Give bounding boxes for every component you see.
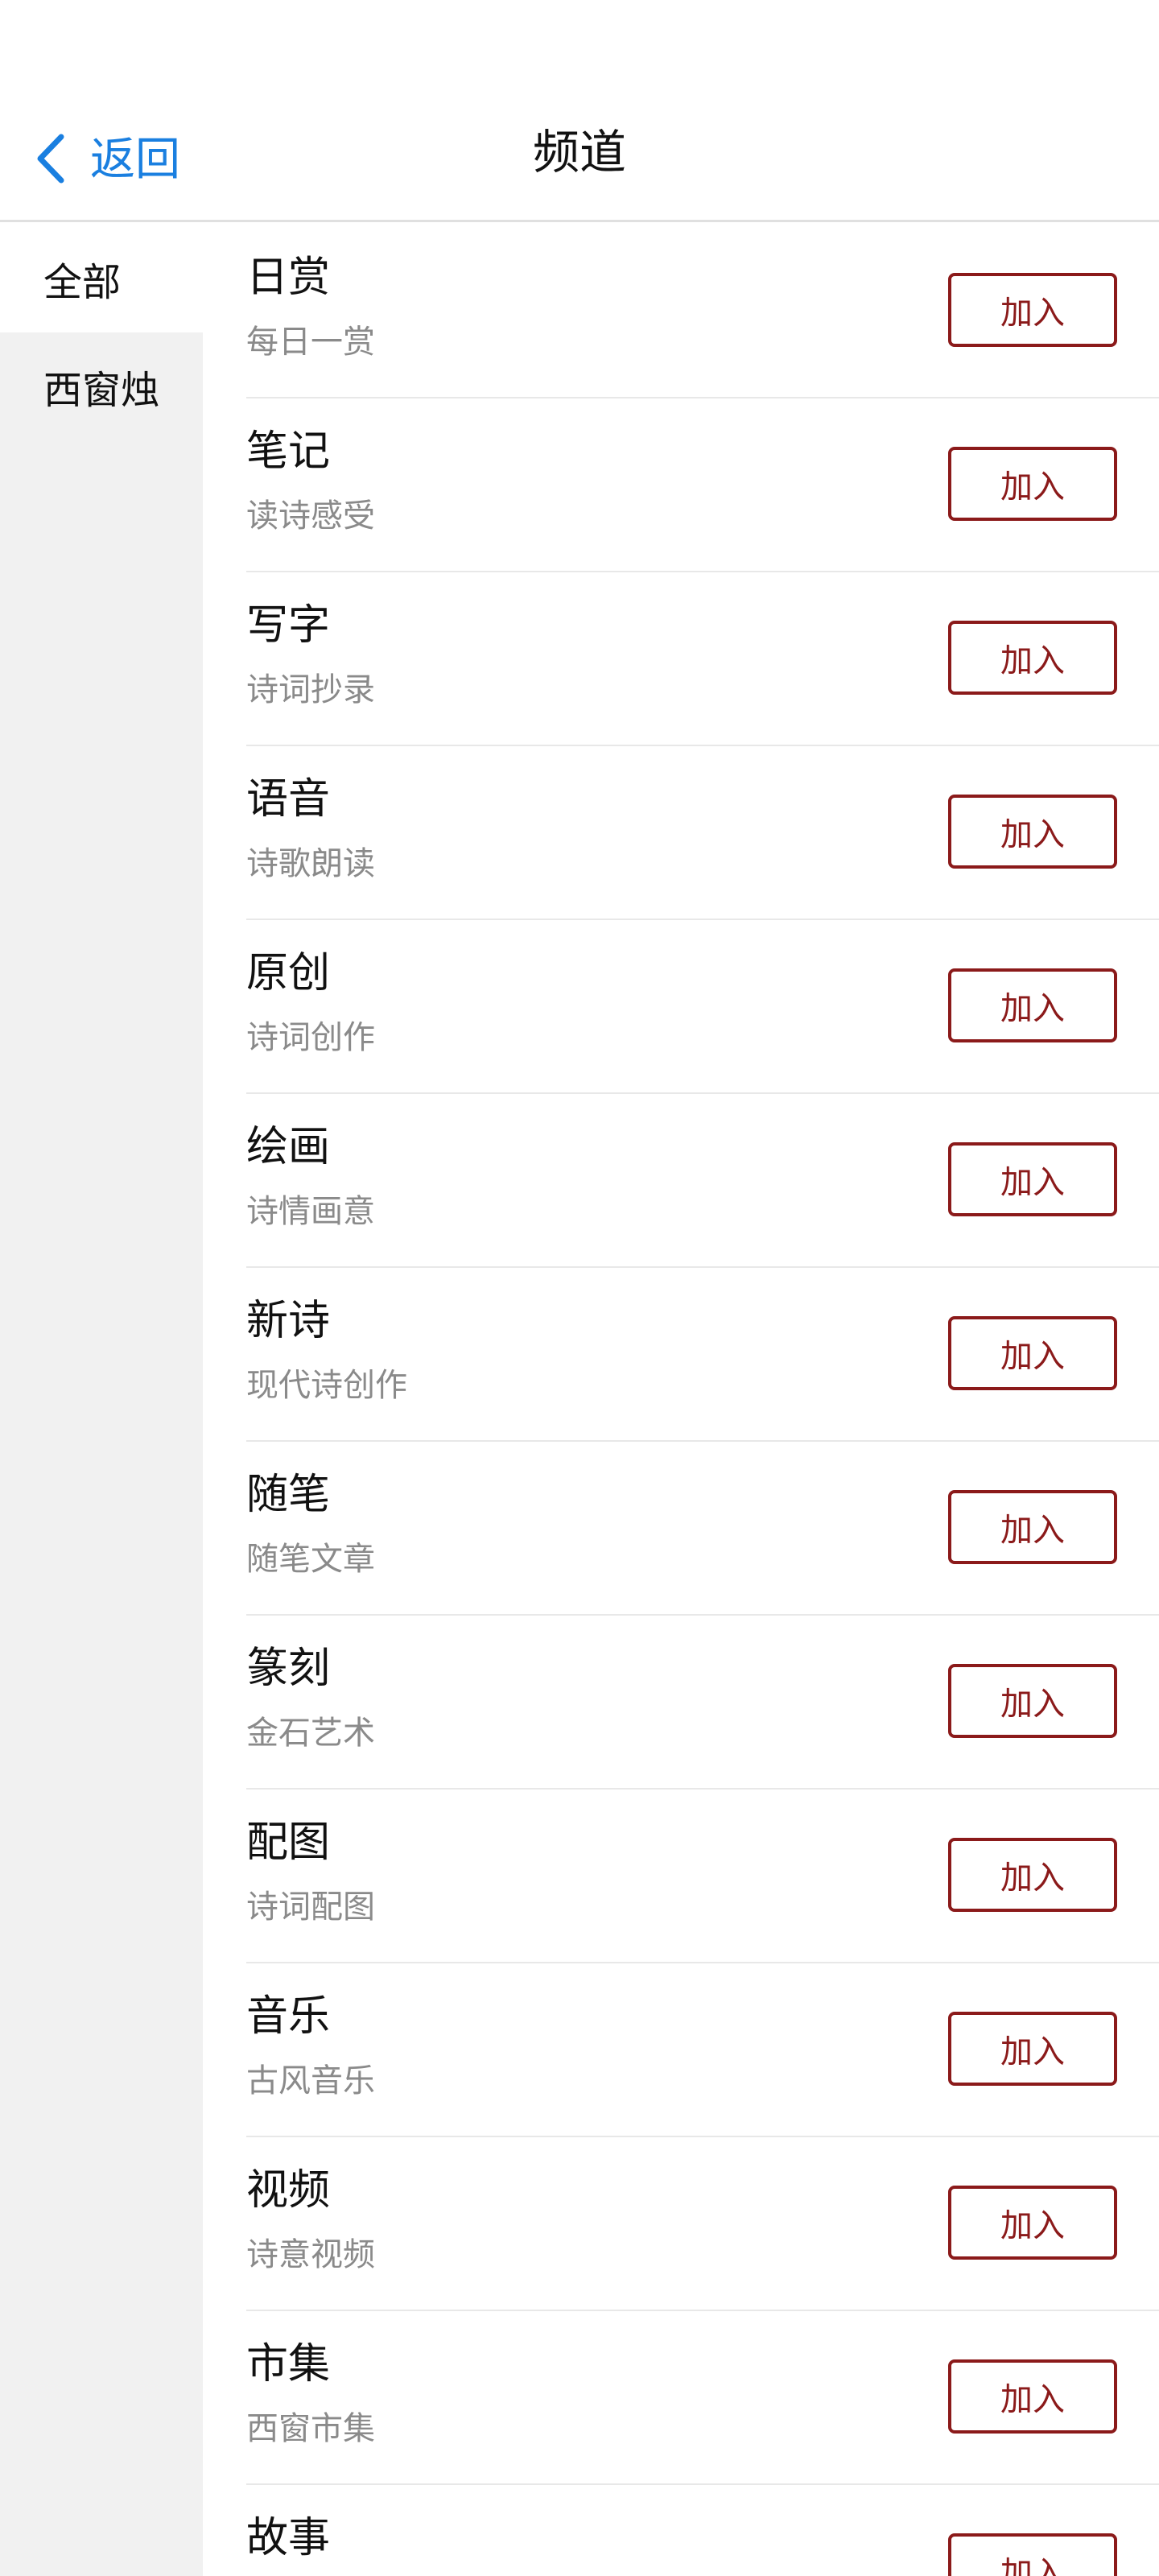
channel-row[interactable]: 篆刻金石艺术 加入: [246, 1616, 1159, 1790]
join-button[interactable]: 加入: [948, 621, 1117, 695]
channel-description: 诗意视频: [246, 2236, 375, 2273]
channel-description: 诗情画意: [246, 1193, 375, 1230]
join-button[interactable]: 加入: [948, 1664, 1117, 1738]
channel-name: 音乐: [246, 1992, 331, 2041]
join-button[interactable]: 加入: [948, 1490, 1117, 1564]
channel-row[interactable]: 随笔随笔文章 加入: [246, 1442, 1159, 1616]
category-sidebar: 全部 西窗烛: [0, 225, 203, 2576]
channel-row[interactable]: 笔记读诗感受 加入: [246, 398, 1159, 572]
channel-description: 读诗感受: [246, 497, 375, 535]
channel-name: 语音: [246, 775, 331, 824]
join-button[interactable]: 加入: [948, 1316, 1117, 1390]
join-button[interactable]: 加入: [948, 2533, 1117, 2576]
channel-row[interactable]: 新诗现代诗创作 加入: [246, 1268, 1159, 1442]
join-button[interactable]: 加入: [948, 968, 1117, 1042]
sidebar-item-all[interactable]: 全部: [0, 225, 203, 332]
join-button[interactable]: 加入: [948, 2359, 1117, 2434]
channel-description: 诗歌朗读: [246, 845, 375, 882]
channel-description: 随笔文章: [246, 1541, 375, 1578]
join-button[interactable]: 加入: [948, 1142, 1117, 1216]
channel-row[interactable]: 故事 加入: [246, 2485, 1159, 2576]
channel-description: 西窗市集: [246, 2410, 375, 2447]
channel-row[interactable]: 视频诗意视频 加入: [246, 2137, 1159, 2311]
join-button[interactable]: 加入: [948, 2186, 1117, 2260]
channel-name: 绘画: [246, 1123, 331, 1171]
join-button[interactable]: 加入: [948, 2012, 1117, 2086]
channel-row[interactable]: 市集西窗市集 加入: [246, 2311, 1159, 2485]
channel-name: 笔记: [246, 427, 331, 476]
channel-row[interactable]: 日赏每日一赏 加入: [246, 225, 1159, 398]
channel-name: 写字: [246, 601, 331, 650]
channel-name: 市集: [246, 2340, 331, 2388]
join-button[interactable]: 加入: [948, 447, 1117, 521]
channel-description: 金石艺术: [246, 1715, 375, 1752]
join-button[interactable]: 加入: [948, 273, 1117, 347]
channel-description: 诗词抄录: [246, 671, 375, 708]
channel-description: 诗词创作: [246, 1019, 375, 1056]
channel-name: 新诗: [246, 1297, 331, 1345]
sidebar-item-xichuangzhu[interactable]: 西窗烛: [0, 332, 203, 440]
channel-row[interactable]: 原创诗词创作 加入: [246, 920, 1159, 1094]
channel-row[interactable]: 写字诗词抄录 加入: [246, 572, 1159, 746]
channel-description: 每日一赏: [246, 324, 375, 361]
channel-description: 现代诗创作: [246, 1367, 407, 1404]
channel-description: 诗词配图: [246, 1889, 375, 1926]
channel-name: 原创: [246, 949, 331, 997]
channel-name: 视频: [246, 2166, 331, 2215]
channel-description: 古风音乐: [246, 2062, 375, 2099]
channel-name: 配图: [246, 1818, 331, 1867]
channel-row[interactable]: 配图诗词配图 加入: [246, 1790, 1159, 1963]
nav-bar: 返回 频道: [0, 0, 1159, 222]
channel-row[interactable]: 语音诗歌朗读 加入: [246, 746, 1159, 920]
channel-list: 日赏 每日一赏 加入 笔记 读诗感受 加入 写字 诗词抄录 加入 语音 诗歌朗读 加入 原创 诗词创作 加入…: [246, 225, 1159, 2576]
join-button[interactable]: 加入: [948, 795, 1117, 869]
channel-row[interactable]: 音乐古风音乐 加入: [246, 1963, 1159, 2137]
channels-page: 返回 频道 全部 西窗烛 日赏 每日一赏 加入 笔记 读诗感受 加入 写字 诗词抄录 加入 语音诗…: [0, 0, 1159, 2576]
channel-name: 篆刻: [246, 1645, 331, 1693]
channel-name: 故事: [246, 2514, 331, 2562]
join-button[interactable]: 加入: [948, 1838, 1117, 1912]
page-title: 频道: [532, 125, 626, 180]
channel-name: 随笔: [246, 1471, 331, 1519]
channel-name: 日赏: [246, 254, 331, 302]
channel-row[interactable]: 绘画诗情画意 加入: [246, 1094, 1159, 1268]
